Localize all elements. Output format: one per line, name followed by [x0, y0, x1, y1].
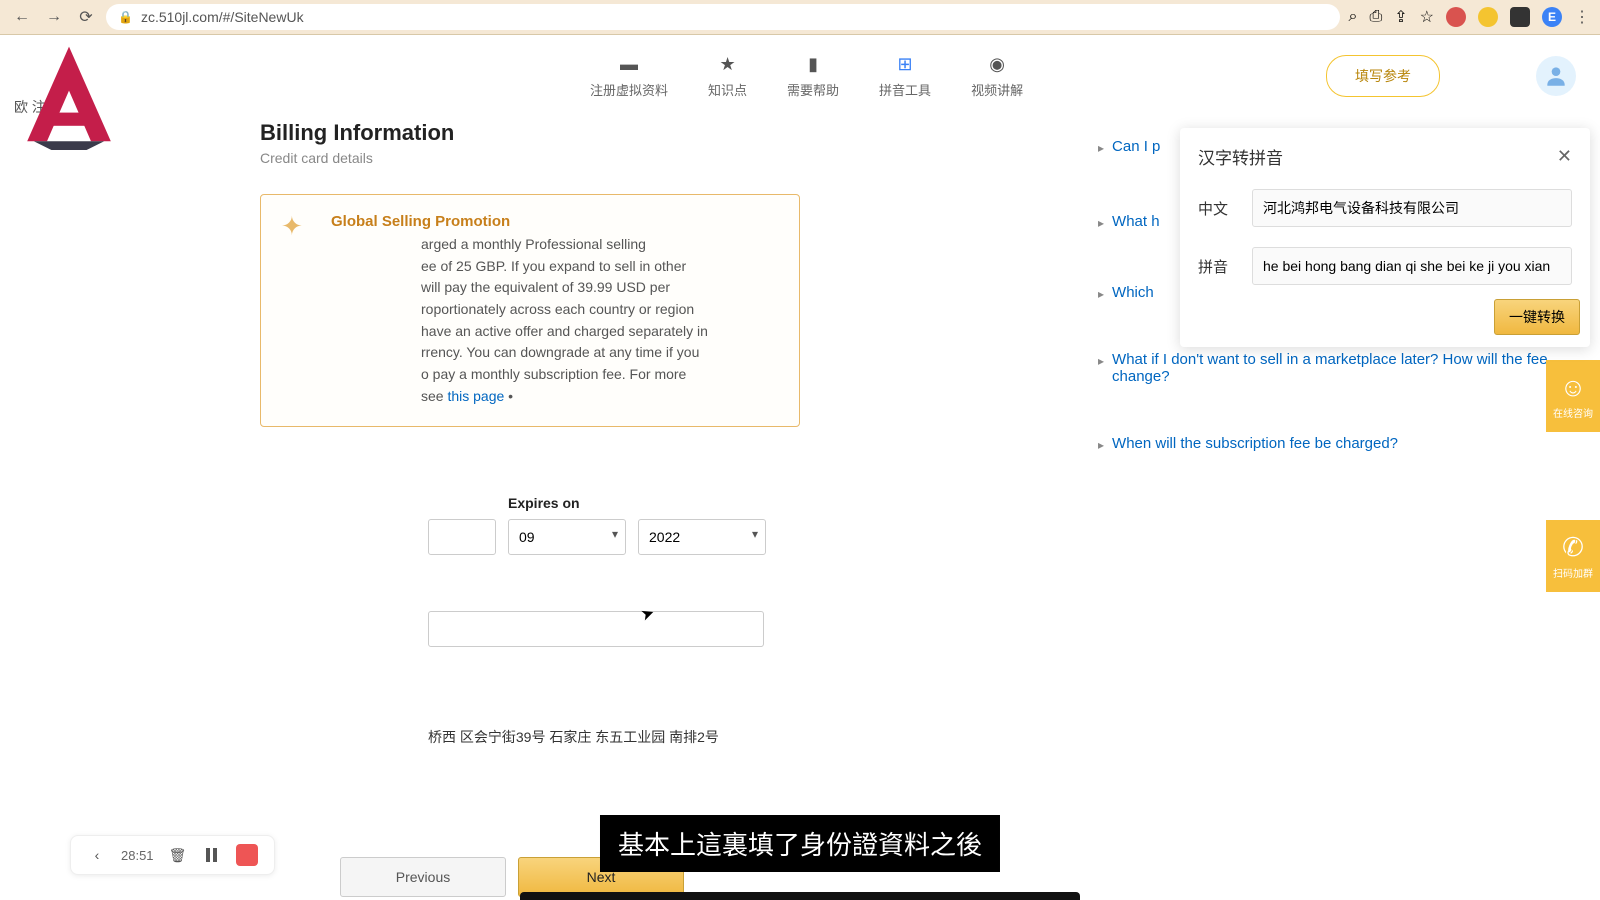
faq-item[interactable]: ▸What if I don't want to sell in a marke… [1098, 341, 1588, 395]
nav-knowledge[interactable]: ★ 知识点 [708, 54, 747, 99]
extension-profile[interactable]: E [1542, 7, 1562, 27]
browser-toolbar: ← → ⟳ 🔒 zc.510jl.com/#/SiteNewUk ⌕ ⎙ ⇪ ☆… [0, 0, 1600, 35]
extension-yellow[interactable] [1478, 7, 1498, 27]
nav-video[interactable]: ◉ 视频讲解 [971, 54, 1023, 99]
popup-title: 汉字转拼音 [1198, 144, 1283, 169]
menu-icon[interactable]: ⋮ [1574, 7, 1590, 27]
back-button[interactable]: ← [10, 5, 34, 29]
expiry-month-select[interactable]: 09 [508, 519, 626, 555]
caret-icon: ▸ [1098, 438, 1104, 452]
share-icon[interactable]: ⇪ [1394, 7, 1407, 27]
convert-button[interactable]: 一键转换 [1494, 299, 1580, 335]
bottom-bar [520, 892, 1080, 900]
extension-puzzle[interactable] [1510, 7, 1530, 27]
promo-badge-icon: ✦ [281, 211, 303, 242]
record-button[interactable] [236, 844, 258, 866]
promo-link[interactable]: this page [447, 388, 504, 404]
star-icon: ★ [716, 54, 740, 76]
bookmark-icon[interactable]: ☆ [1420, 7, 1434, 27]
nav-pinyin-tool[interactable]: ⊞ 拼音工具 [879, 54, 931, 99]
billing-section: Billing Information Credit card details … [260, 120, 800, 897]
key-icon[interactable]: ⌕ [1348, 8, 1357, 26]
subtitle-caption: 基本上這裏填了身份證資料之後 [600, 815, 1000, 872]
promo-title: Global Selling Promotion [331, 213, 779, 230]
forward-button[interactable]: → [42, 5, 66, 29]
caret-icon: ▸ [1098, 287, 1104, 301]
address-bar[interactable]: 🔒 zc.510jl.com/#/SiteNewUk [106, 4, 1340, 30]
nav-help[interactable]: ▮ 需要帮助 [787, 54, 839, 99]
billing-address-text: 桥西 区会宁街39号 石家庄 东五工业园 南排2号 [428, 727, 800, 747]
book-icon: ▮ [801, 54, 825, 76]
card-fragment-input[interactable] [428, 519, 496, 555]
site-header: 欧 注册 ▬ 注册虚拟资料 ★ 知识点 ▮ 需要帮助 ⊞ 拼音工具 ◉ 视频讲解… [0, 35, 1600, 117]
puzzle-icon: ⊞ [893, 54, 917, 76]
chinese-label: 中文 [1198, 198, 1236, 219]
headset-icon: ☺ [1560, 372, 1587, 403]
pinyin-label: 拼音 [1198, 256, 1236, 277]
close-icon[interactable]: ✕ [1557, 146, 1572, 167]
site-logo [14, 40, 144, 140]
promo-box: ✦ Global Selling Promotion arged a month… [260, 194, 800, 427]
online-chat-button[interactable]: ☺ 在线咨询 [1546, 360, 1600, 432]
fill-reference-button[interactable]: 填写参考 [1326, 55, 1440, 97]
nav-register-data[interactable]: ▬ 注册虚拟资料 [590, 54, 668, 99]
lock-icon: 🔒 [118, 10, 133, 24]
user-avatar[interactable] [1536, 56, 1576, 96]
section-subtitle: Credit card details [260, 150, 800, 166]
delete-button[interactable]: 🗑 [168, 845, 188, 865]
translate-icon[interactable]: ⎙ [1369, 8, 1382, 26]
card-icon: ▬ [617, 54, 641, 76]
expires-row: Expires on 09 2022 [260, 495, 800, 555]
video-back-button[interactable]: ‹ [87, 845, 107, 865]
pinyin-output[interactable] [1252, 247, 1572, 285]
section-title: Billing Information [260, 120, 800, 146]
pinyin-popup: 汉字转拼音 ✕ 中文 拼音 一键转换 [1180, 128, 1590, 347]
caret-icon: ▸ [1098, 141, 1104, 155]
chinese-input[interactable] [1252, 189, 1572, 227]
extension-red[interactable] [1446, 7, 1466, 27]
video-time: 28:51 [121, 848, 154, 863]
cardholder-input[interactable] [428, 611, 764, 647]
play-icon: ◉ [985, 54, 1009, 76]
wechat-qr-button[interactable]: ✆ 扫码加群 [1546, 520, 1600, 592]
pause-button[interactable] [202, 845, 222, 865]
video-controls: ‹ 28:51 🗑 [70, 835, 275, 875]
promo-text: arged a monthly Professional selling ee … [331, 234, 779, 408]
faq-item[interactable]: ▸When will the subscription fee be charg… [1098, 425, 1588, 462]
previous-button[interactable]: Previous [340, 857, 506, 897]
caret-icon: ▸ [1098, 216, 1104, 230]
expiry-year-select[interactable]: 2022 [638, 519, 766, 555]
wechat-icon: ✆ [1562, 532, 1584, 563]
url-text: zc.510jl.com/#/SiteNewUk [141, 9, 304, 25]
expires-label: Expires on [508, 495, 766, 511]
caret-icon: ▸ [1098, 354, 1104, 368]
reload-button[interactable]: ⟳ [74, 5, 98, 29]
browser-extensions: ⌕ ⎙ ⇪ ☆ E ⋮ [1348, 7, 1590, 27]
